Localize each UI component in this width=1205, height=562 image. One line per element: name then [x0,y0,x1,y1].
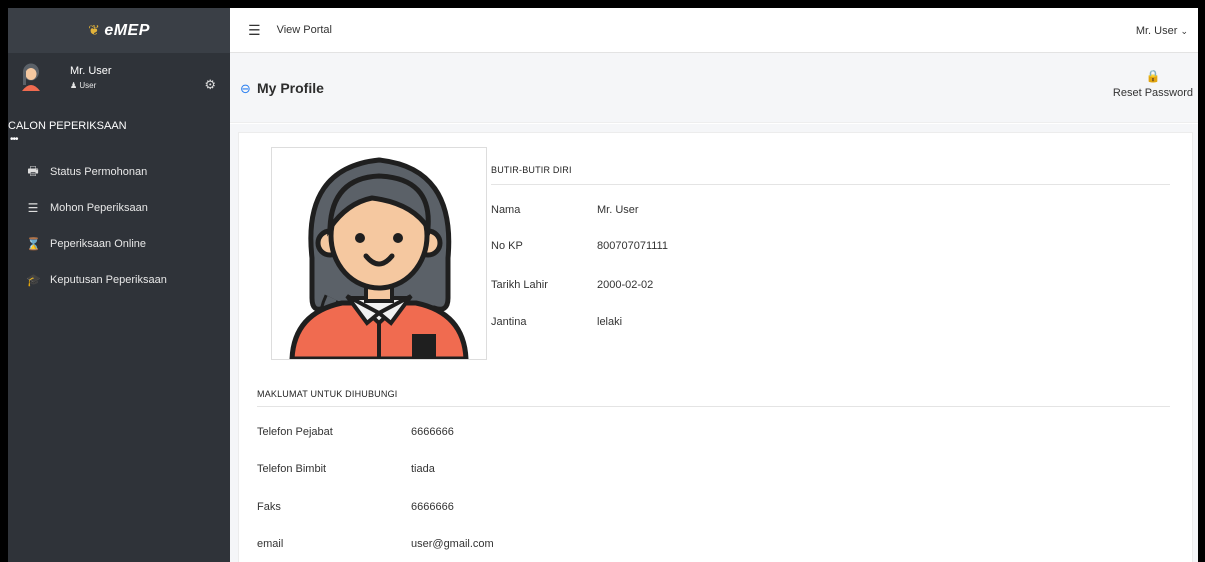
brand-logo[interactable]: ❦ eMEP [8,8,230,53]
contact-section-title: MAKLUMAT UNTUK DIHUBUNGI [257,389,398,399]
top-navbar: ☰ View Portal Mr. User ⌄ [230,8,1198,53]
label-email: email [257,538,284,550]
value-nama: Mr. User [597,204,639,216]
sidebar-item-mohon-peperiksaan[interactable]: ☰ Mohon Peperiksaan [8,190,230,226]
view-portal-link[interactable]: View Portal [277,24,332,36]
value-email: user@gmail.com [411,538,494,550]
back-arrow-icon[interactable]: ⊖ [240,81,251,97]
label-telefon-pejabat: Telefon Pejabat [257,426,333,438]
sidebar-item-keputusan-peperiksaan[interactable]: 🎓 Keputusan Peperiksaan [8,262,230,298]
sidebar: ❦ eMEP Mr. User ♟ User ⚙ CALON PEPERIKSA… [8,8,230,562]
female-avatar-icon [289,157,469,362]
label-tarikh-lahir: Tarikh Lahir [491,279,548,291]
hourglass-icon: ⌛ [26,237,41,251]
label-faks: Faks [257,501,281,513]
reset-password-button[interactable]: 🔒 Reset Password [1113,69,1193,99]
label-telefon-bimbit: Telefon Bimbit [257,463,327,475]
contact-divider [257,406,1170,407]
sidebar-user-name: Mr. User [70,65,112,77]
lock-icon: 🔒 [1145,69,1161,83]
gear-icon[interactable]: ⚙ [204,77,216,93]
sidebar-menu: 🖶 Status Permohonan ☰ Mohon Peperiksaan … [8,154,230,298]
menu-section-title: CALON PEPERIKSAAN [8,120,127,132]
value-tarikh-lahir: 2000-02-02 [597,279,654,291]
main-area: ☰ View Portal Mr. User ⌄ ⊖ My Profile 🔒 … [230,8,1198,562]
hamburger-menu-icon[interactable]: ☰ [248,22,261,39]
user-dropdown[interactable]: Mr. User ⌄ [1136,25,1188,37]
value-telefon-bimbit: tiada [411,463,435,475]
label-no-kp: No KP [491,240,523,252]
personal-section-title: BUTIR-BUTIR DIRI [491,165,572,175]
sidebar-user-role: ♟ User [70,81,97,90]
label-jantina: Jantina [491,316,527,328]
list-icon: ☰ [27,201,39,215]
value-no-kp: 800707071111 [597,240,668,252]
graduation-cap-icon: 🎓 [26,273,41,287]
chevron-down-icon: ⌄ [1180,26,1188,36]
value-jantina: lelaki [597,316,623,328]
user-avatar-icon [22,63,40,91]
crest-icon: ❦ [88,22,101,38]
user-panel: Mr. User ♟ User ⚙ [8,53,230,111]
brand-name: eMEP [104,21,150,39]
label-nama: Nama [491,204,521,216]
profile-photo [271,147,487,362]
page-title: My Profile [257,80,324,96]
section-dots: ••• [10,134,18,145]
value-faks: 6666666 [411,501,454,513]
personal-divider [491,184,1170,185]
value-telefon-pejabat: 6666666 [411,426,454,438]
app-window: ❦ eMEP Mr. User ♟ User ⚙ CALON PEPERIKSA… [8,8,1198,562]
page-header: ⊖ My Profile 🔒 Reset Password [230,53,1198,123]
sidebar-item-status-permohonan[interactable]: 🖶 Status Permohonan [8,154,230,190]
sidebar-item-peperiksaan-online[interactable]: ⌛ Peperiksaan Online [8,226,230,262]
profile-card: BUTIR-BUTIR DIRI Nama Mr. User No KP 800… [238,132,1193,562]
user-role-icon: ♟ [70,81,78,90]
printer-icon: 🖶 [27,163,39,178]
